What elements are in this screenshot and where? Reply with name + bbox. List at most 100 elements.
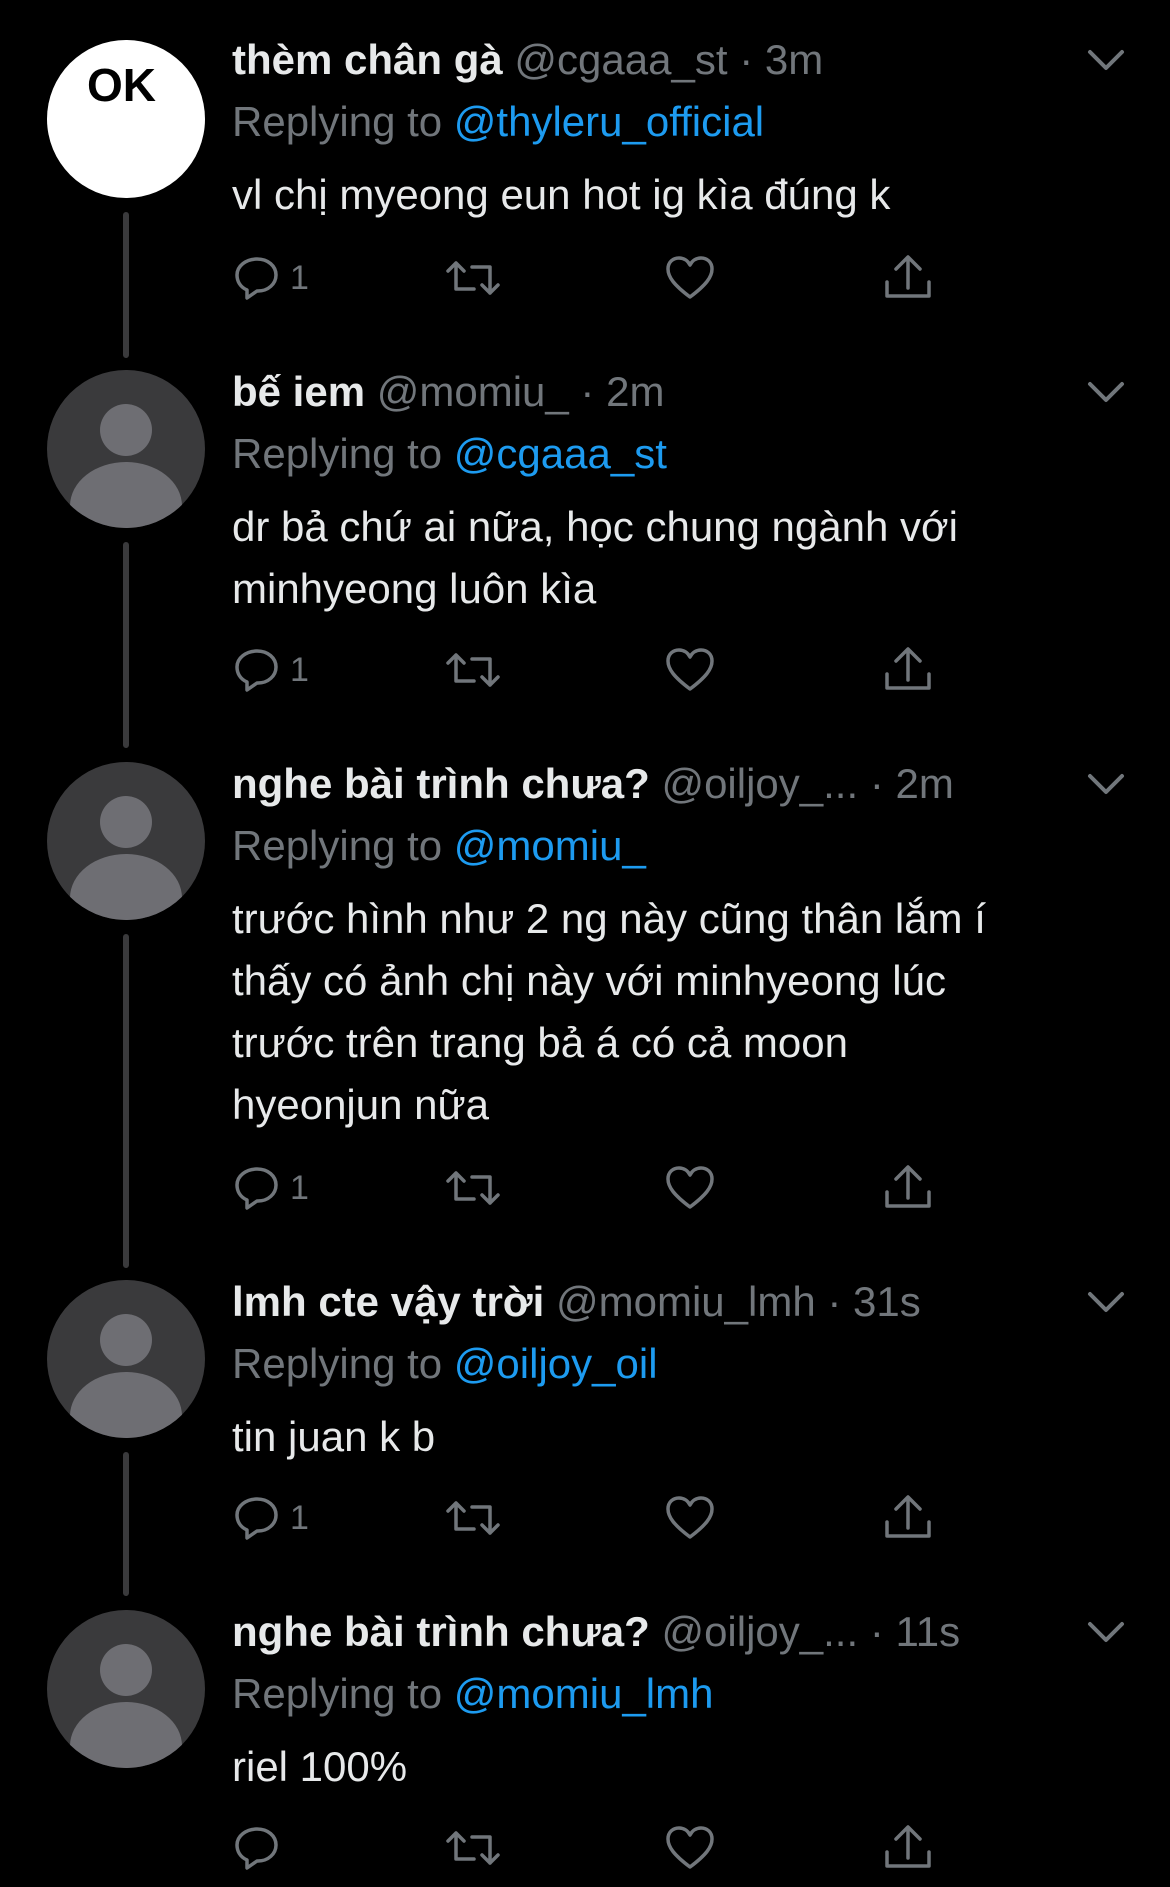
replying-to-label: Replying to bbox=[232, 98, 443, 145]
action-bar bbox=[232, 1820, 972, 1876]
user-handle[interactable]: @momiu_ bbox=[377, 368, 569, 415]
retweet-button[interactable] bbox=[444, 1160, 502, 1216]
timestamp[interactable]: 3m bbox=[765, 36, 823, 83]
timestamp[interactable]: 11s bbox=[896, 1608, 961, 1655]
tweet-header: thèm chân gà @cgaaa_st · 3m bbox=[232, 34, 1110, 86]
share-icon bbox=[885, 1825, 931, 1868]
reply-button[interactable]: 1 bbox=[232, 642, 309, 698]
tweet-text-line: tin juan k b bbox=[232, 1413, 436, 1460]
tweet-text: vl chị myeong eun hot ig kìa đúng k bbox=[232, 164, 1112, 226]
share-button[interactable] bbox=[882, 642, 934, 698]
replying-to-handle[interactable]: @cgaaa_st bbox=[454, 430, 667, 477]
share-button[interactable] bbox=[882, 1820, 934, 1876]
user-handle[interactable]: @oiljoy_... bbox=[661, 760, 858, 807]
replying-to-label: Replying to bbox=[232, 1670, 443, 1717]
share-button[interactable] bbox=[882, 1160, 934, 1216]
replying-to-handle[interactable]: @momiu_ bbox=[454, 822, 646, 869]
retweet-button[interactable] bbox=[444, 1490, 502, 1546]
default-avatar-icon bbox=[70, 404, 182, 528]
display-name[interactable]: bế iem bbox=[232, 368, 365, 415]
chevron-down-icon[interactable] bbox=[1082, 764, 1130, 804]
retweet-icon bbox=[446, 261, 500, 295]
share-button[interactable] bbox=[882, 250, 934, 306]
tweet-text: trước hình như 2 ng này cũng thân lắm í … bbox=[232, 888, 1112, 1136]
chevron-down-icon[interactable] bbox=[1082, 372, 1130, 412]
action-bar: 1 bbox=[232, 642, 972, 698]
retweet-button[interactable] bbox=[444, 1820, 502, 1876]
reply-button[interactable]: 1 bbox=[232, 1490, 309, 1546]
reply-count: 1 bbox=[290, 258, 309, 297]
tweet-header: bế iem @momiu_ · 2m bbox=[232, 366, 1110, 418]
chevron-down-icon[interactable] bbox=[1082, 1612, 1130, 1652]
share-icon bbox=[885, 255, 931, 298]
display-name[interactable]: thèm chân gà bbox=[232, 36, 503, 83]
thread-line bbox=[123, 542, 129, 748]
display-name[interactable]: nghe bài trình chưa? bbox=[232, 1608, 650, 1655]
tweet-text-line: vl chị myeong eun hot ig kìa đúng k bbox=[232, 171, 891, 218]
tweet-text-line: riel 100% bbox=[232, 1743, 408, 1790]
replying-to-label: Replying to bbox=[232, 430, 443, 477]
speech-bubble-icon bbox=[235, 1497, 278, 1540]
separator-dot: · bbox=[869, 760, 884, 807]
separator-dot: · bbox=[739, 36, 754, 83]
user-handle[interactable]: @momiu_lmh bbox=[556, 1278, 816, 1325]
default-avatar-icon bbox=[70, 1314, 182, 1438]
like-button[interactable] bbox=[664, 1820, 716, 1876]
retweet-button[interactable] bbox=[444, 250, 502, 306]
tweet-text-line: trước trên trang bả á có cả moon bbox=[232, 1019, 848, 1066]
reply-button[interactable]: 1 bbox=[232, 1160, 309, 1216]
share-icon bbox=[885, 1165, 931, 1208]
reply-count: 1 bbox=[290, 1498, 309, 1537]
share-button[interactable] bbox=[882, 1490, 934, 1546]
replying-to-handle[interactable]: @oiljoy_oil bbox=[454, 1340, 658, 1387]
timestamp[interactable]: 2m bbox=[896, 760, 954, 807]
replying-to-handle[interactable]: @thyleru_official bbox=[454, 98, 764, 145]
display-name[interactable]: nghe bài trình chưa? bbox=[232, 760, 650, 807]
avatar[interactable]: OK bbox=[47, 40, 205, 198]
tweet-text: tin juan k b bbox=[232, 1406, 1112, 1468]
reply-button[interactable] bbox=[232, 1820, 290, 1876]
tweet-text-line: trước hình như 2 ng này cũng thân lắm í bbox=[232, 895, 986, 942]
tweet-text-line: hyeonjun nữa bbox=[232, 1081, 489, 1128]
timestamp[interactable]: 2m bbox=[606, 368, 664, 415]
avatar[interactable] bbox=[47, 1610, 205, 1768]
share-icon bbox=[885, 647, 931, 690]
like-button[interactable] bbox=[664, 1490, 716, 1546]
user-handle[interactable]: @cgaaa_st bbox=[514, 36, 727, 83]
user-handle[interactable]: @oiljoy_... bbox=[661, 1608, 858, 1655]
replying-to: Replying to @cgaaa_st bbox=[232, 428, 667, 480]
action-bar: 1 bbox=[232, 250, 972, 306]
timestamp[interactable]: 31s bbox=[853, 1278, 921, 1325]
display-name[interactable]: lmh cte vậy trời bbox=[232, 1278, 544, 1325]
replying-to-handle[interactable]: @momiu_lmh bbox=[454, 1670, 714, 1717]
avatar[interactable] bbox=[47, 762, 205, 920]
avatar[interactable] bbox=[47, 370, 205, 528]
retweet-button[interactable] bbox=[444, 642, 502, 698]
like-button[interactable] bbox=[664, 250, 716, 306]
reply-button[interactable]: 1 bbox=[232, 250, 309, 306]
reply-count: 1 bbox=[290, 650, 309, 689]
heart-icon bbox=[666, 648, 714, 691]
thread-line bbox=[123, 1452, 129, 1596]
like-button[interactable] bbox=[664, 1160, 716, 1216]
tweet-text: riel 100% bbox=[232, 1736, 1112, 1798]
speech-bubble-icon bbox=[235, 1167, 278, 1210]
separator-dot: · bbox=[827, 1278, 842, 1325]
action-bar: 1 bbox=[232, 1490, 972, 1546]
tweet-header: nghe bài trình chưa? @oiljoy_... · 2m bbox=[232, 758, 1110, 810]
like-button[interactable] bbox=[664, 642, 716, 698]
reply-count: 1 bbox=[290, 1168, 309, 1207]
tweet-text-line: thấy có ảnh chị này với minhyeong lúc bbox=[232, 957, 946, 1004]
heart-icon bbox=[666, 1496, 714, 1539]
speech-bubble-icon bbox=[235, 649, 278, 692]
avatar[interactable] bbox=[47, 1280, 205, 1438]
tweet-text-line: dr bả chứ ai nữa, học chung ngành với bbox=[232, 503, 958, 550]
replying-to-label: Replying to bbox=[232, 822, 443, 869]
heart-icon bbox=[666, 256, 714, 299]
chevron-down-icon[interactable] bbox=[1082, 40, 1130, 80]
tweet-header: nghe bài trình chưa? @oiljoy_... · 11s bbox=[232, 1606, 1110, 1658]
retweet-icon bbox=[446, 1171, 500, 1205]
separator-dot: · bbox=[580, 368, 595, 415]
chevron-down-icon[interactable] bbox=[1082, 1282, 1130, 1322]
retweet-icon bbox=[446, 1831, 500, 1865]
